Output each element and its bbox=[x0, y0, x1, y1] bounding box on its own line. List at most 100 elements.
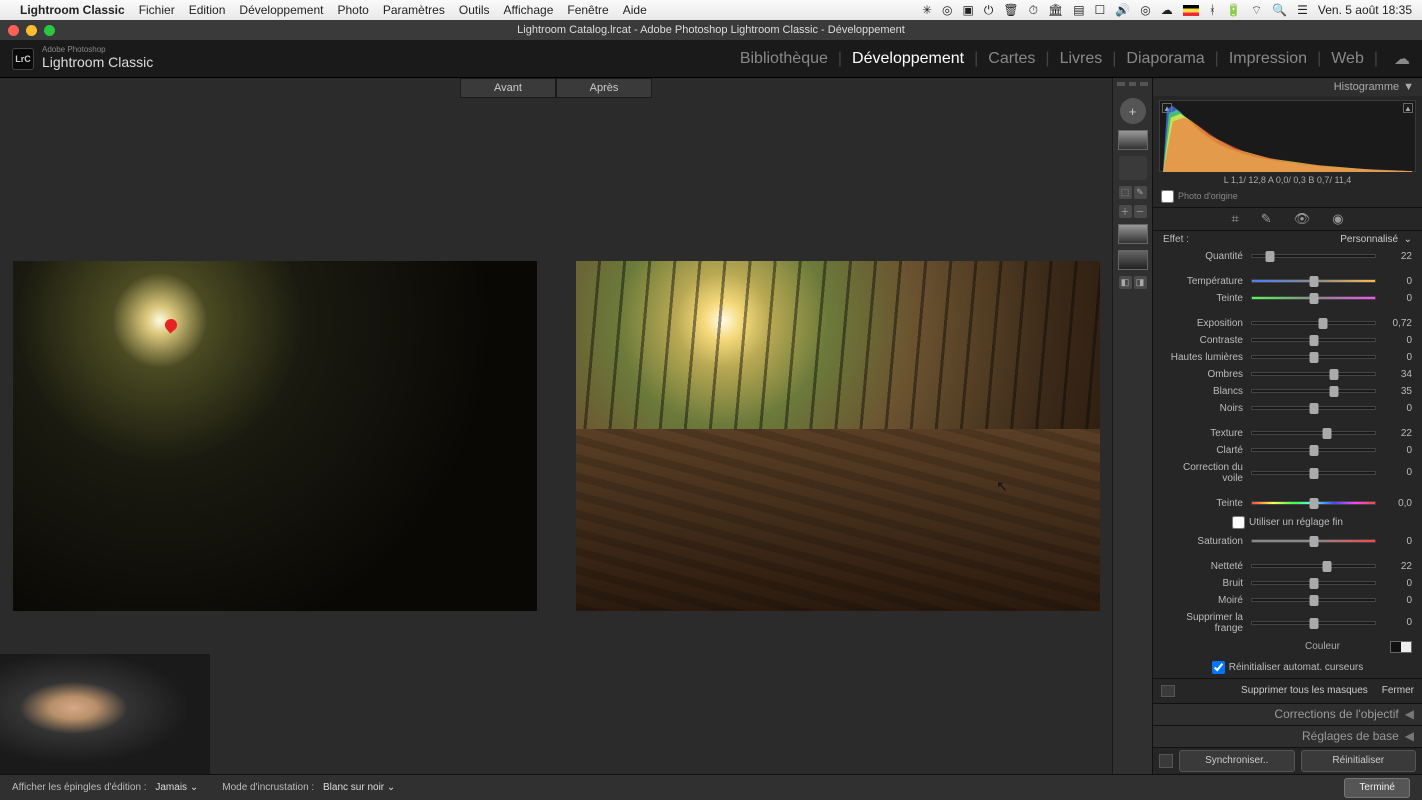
origin-photo-check[interactable]: Photo d'origine bbox=[1153, 188, 1422, 207]
slider-saturation[interactable]: Saturation 0 bbox=[1153, 533, 1422, 550]
tab-before[interactable]: Avant bbox=[460, 78, 556, 98]
slider-handle[interactable] bbox=[1330, 386, 1339, 397]
radial-tool-icon[interactable]: ◉ bbox=[1332, 211, 1343, 227]
pins-option[interactable]: Afficher les épingles d'édition : Jamais… bbox=[12, 782, 198, 793]
status-icon[interactable]: 🏛 bbox=[1048, 3, 1063, 17]
slider-handle[interactable] bbox=[1309, 578, 1318, 589]
histogram[interactable]: ▲ ▲ bbox=[1159, 100, 1416, 171]
after-pane[interactable]: ↖ bbox=[563, 98, 1112, 774]
slider-track[interactable] bbox=[1251, 581, 1376, 585]
slider-handle[interactable] bbox=[1309, 403, 1318, 414]
menu-item[interactable]: Fichier bbox=[139, 3, 175, 17]
effect-preset-row[interactable]: Effet : Personnalisé ⌄ bbox=[1153, 231, 1422, 248]
module-web[interactable]: Web bbox=[1331, 50, 1364, 68]
slider-handle[interactable] bbox=[1309, 468, 1318, 479]
mask-thumb[interactable] bbox=[1118, 224, 1148, 244]
mask-opt-icon[interactable]: ✎ bbox=[1134, 186, 1147, 199]
panel-basic[interactable]: Réglages de base◀ bbox=[1153, 725, 1422, 747]
slider-handle[interactable] bbox=[1309, 335, 1318, 346]
status-icon[interactable]: ▤ bbox=[1073, 3, 1084, 17]
slider-track[interactable] bbox=[1251, 321, 1376, 325]
slider-handle[interactable] bbox=[1323, 561, 1332, 572]
slider-handle[interactable] bbox=[1309, 498, 1318, 509]
delete-all-masks[interactable]: Supprimer tous les masques bbox=[1241, 685, 1368, 697]
control-center-icon[interactable]: ☰ bbox=[1297, 3, 1308, 17]
status-icon[interactable]: ◎ bbox=[1140, 3, 1150, 17]
status-icon[interactable]: ☁︎ bbox=[1161, 3, 1173, 17]
panel-toggle-icon[interactable] bbox=[1161, 685, 1175, 697]
menu-item[interactable]: Outils bbox=[459, 3, 490, 17]
cloud-sync-icon[interactable]: ☁︎ bbox=[1394, 49, 1410, 69]
slider-supprimer-la-frange[interactable]: Supprimer la frange 0 bbox=[1153, 609, 1422, 637]
eye-tool-icon[interactable]: 👁 bbox=[1294, 211, 1311, 227]
sync-switch-icon[interactable] bbox=[1159, 754, 1173, 768]
fine-tune-check[interactable]: Utiliser un réglage fin bbox=[1153, 512, 1422, 533]
slider-handle[interactable] bbox=[1266, 251, 1275, 262]
mask-thumb-placeholder[interactable] bbox=[1119, 156, 1147, 180]
mask-subtract-icon[interactable]: － bbox=[1134, 205, 1147, 218]
wifi-icon[interactable]: ⌔ bbox=[1251, 3, 1262, 18]
slider-hautes-lumi-res[interactable]: Hautes lumières 0 bbox=[1153, 349, 1422, 366]
mask-thumb[interactable] bbox=[1118, 250, 1148, 270]
slider-handle[interactable] bbox=[1330, 369, 1339, 380]
slider-track[interactable] bbox=[1251, 296, 1376, 300]
module-develop[interactable]: Développement bbox=[852, 50, 964, 68]
traffic-lights[interactable] bbox=[8, 25, 55, 36]
menu-item[interactable]: Affichage bbox=[504, 3, 554, 17]
slider-teinte[interactable]: Teinte 0,0 bbox=[1153, 495, 1422, 512]
slider-nettet-[interactable]: Netteté 22 bbox=[1153, 558, 1422, 575]
menu-item[interactable]: Paramètres bbox=[383, 3, 445, 17]
volume-icon[interactable]: 🔊 bbox=[1115, 3, 1130, 17]
status-icon[interactable]: ✳︎ bbox=[922, 3, 932, 17]
slider-handle[interactable] bbox=[1309, 352, 1318, 363]
overlay-option[interactable]: Mode d'incrustation : Blanc sur noir ⌄ bbox=[222, 782, 395, 793]
slider-track[interactable] bbox=[1251, 471, 1376, 475]
menu-item[interactable]: Aide bbox=[623, 3, 647, 17]
mask-view-icon[interactable]: ◨ bbox=[1134, 276, 1147, 289]
slider-track[interactable] bbox=[1251, 279, 1376, 283]
slider-handle[interactable] bbox=[1309, 618, 1318, 629]
panel-lens-corrections[interactable]: Corrections de l'objectif◀ bbox=[1153, 703, 1422, 725]
slider-quantit-[interactable]: Quantité 22 bbox=[1153, 248, 1422, 265]
close-masks[interactable]: Fermer bbox=[1382, 685, 1414, 697]
search-icon[interactable]: 🔍 bbox=[1272, 3, 1287, 17]
auto-reset-check[interactable]: Réinitialiser automat. curseurs bbox=[1153, 657, 1422, 678]
flag-icon[interactable] bbox=[1183, 5, 1199, 16]
module-book[interactable]: Livres bbox=[1060, 50, 1103, 68]
menu-item[interactable]: Fenêtre bbox=[567, 3, 608, 17]
slider-clart-[interactable]: Clarté 0 bbox=[1153, 442, 1422, 459]
done-button[interactable]: Terminé bbox=[1344, 778, 1410, 798]
slider-track[interactable] bbox=[1251, 355, 1376, 359]
slider-track[interactable] bbox=[1251, 539, 1376, 543]
sync-button[interactable]: Synchroniser.. bbox=[1179, 750, 1295, 772]
slider-track[interactable] bbox=[1251, 389, 1376, 393]
bluetooth-icon[interactable]: ᚼ bbox=[1209, 3, 1216, 17]
slider-handle[interactable] bbox=[1319, 318, 1328, 329]
add-mask-button[interactable]: + bbox=[1120, 98, 1146, 124]
slider-track[interactable] bbox=[1251, 564, 1376, 568]
slider-handle[interactable] bbox=[1309, 445, 1318, 456]
mask-thumb[interactable] bbox=[1118, 130, 1148, 150]
module-slideshow[interactable]: Diaporama bbox=[1126, 50, 1204, 68]
status-icon[interactable]: ⏱ bbox=[1029, 3, 1038, 18]
slider-noirs[interactable]: Noirs 0 bbox=[1153, 400, 1422, 417]
status-icon[interactable]: ◎ bbox=[942, 3, 952, 17]
slider-handle[interactable] bbox=[1309, 536, 1318, 547]
slider-moir-[interactable]: Moiré 0 bbox=[1153, 592, 1422, 609]
module-print[interactable]: Impression bbox=[1229, 50, 1307, 68]
slider-teinte[interactable]: Teinte 0 bbox=[1153, 290, 1422, 307]
slider-blancs[interactable]: Blancs 35 bbox=[1153, 383, 1422, 400]
mask-add-icon[interactable]: ＋ bbox=[1119, 205, 1132, 218]
slider-handle[interactable] bbox=[1309, 595, 1318, 606]
module-map[interactable]: Cartes bbox=[988, 50, 1035, 68]
menubar-clock[interactable]: Ven. 5 août 18:35 bbox=[1318, 3, 1412, 17]
menu-item[interactable]: Edition bbox=[189, 3, 226, 17]
slider-contraste[interactable]: Contraste 0 bbox=[1153, 332, 1422, 349]
histogram-header[interactable]: Histogramme▼ bbox=[1153, 78, 1422, 96]
slider-track[interactable] bbox=[1251, 501, 1376, 505]
slider-track[interactable] bbox=[1251, 621, 1376, 625]
menu-app[interactable]: Lightroom Classic bbox=[20, 3, 125, 17]
status-icon[interactable]: ☐ bbox=[1095, 3, 1106, 17]
status-icon[interactable]: ⏻ bbox=[984, 3, 994, 18]
slider-handle[interactable] bbox=[1323, 428, 1332, 439]
